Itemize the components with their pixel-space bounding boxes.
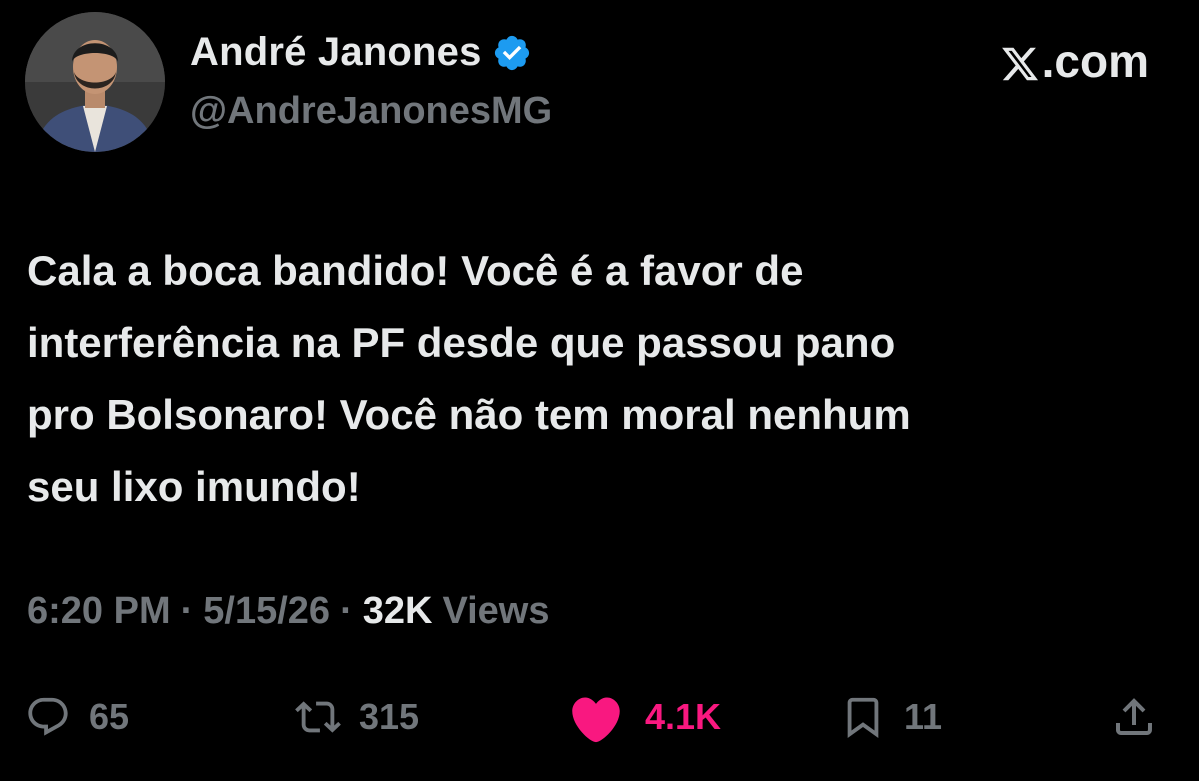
author-display-name[interactable]: André Janones	[190, 30, 482, 75]
author-handle[interactable]: @AndreJanonesMG	[190, 90, 552, 133]
reply-button[interactable]: 65	[25, 685, 129, 749]
repost-button[interactable]: 315	[295, 685, 419, 749]
meta-separator: ·	[340, 590, 353, 632]
avatar[interactable]	[25, 12, 165, 152]
avatar-image	[25, 12, 165, 152]
x-logo-icon	[1000, 41, 1040, 81]
bookmark-button[interactable]: 11	[840, 685, 942, 749]
heart-icon	[565, 691, 627, 743]
repost-count: 315	[359, 696, 420, 737]
bookmark-icon	[840, 692, 886, 742]
meta-separator: ·	[180, 590, 194, 632]
reply-icon	[25, 694, 71, 740]
like-button[interactable]: 4.1K	[565, 685, 721, 749]
like-count: 4.1K	[645, 696, 722, 737]
share-button[interactable]	[1110, 685, 1158, 749]
brand-domain-label: .com	[1041, 35, 1149, 87]
tweet-time[interactable]: 6:20 PM	[27, 590, 171, 633]
brand-watermark: .com	[1000, 34, 1149, 88]
bookmark-count: 11	[904, 696, 943, 737]
views-label: Views	[442, 590, 550, 632]
views-count: 32K	[362, 590, 433, 632]
author-name-row[interactable]: André Janones	[190, 30, 532, 75]
verified-badge-icon	[492, 33, 532, 73]
share-icon	[1110, 693, 1158, 741]
tweet-date[interactable]: 5/15/26	[203, 590, 330, 633]
tweet-meta: 6:20 PM · 5/15/26 · 32K Views	[27, 590, 550, 633]
repost-icon	[295, 694, 341, 740]
reply-count: 65	[89, 696, 130, 737]
tweet-actions-bar: 65 315 4.1K 11	[25, 685, 1175, 749]
tweet-text: Cala a boca bandido! Você é a favor de i…	[27, 247, 911, 510]
